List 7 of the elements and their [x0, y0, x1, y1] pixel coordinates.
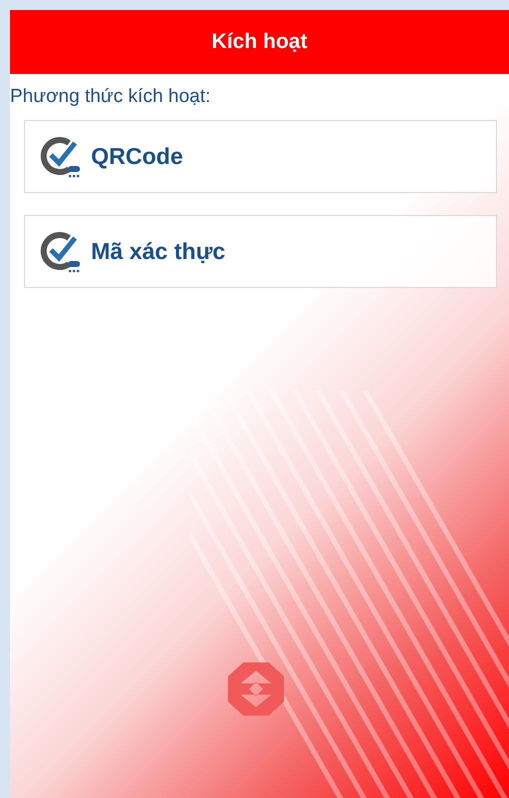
method-button[interactable]: QRCode — [24, 120, 497, 193]
check-badge-icon — [39, 230, 83, 274]
method-button[interactable]: Mã xác thực — [24, 215, 497, 288]
check-badge-icon — [39, 134, 83, 178]
logo-icon — [228, 662, 284, 716]
header-title: Kích hoạt — [212, 30, 308, 54]
section-label: Phương thức kích hoạt: — [10, 86, 212, 108]
